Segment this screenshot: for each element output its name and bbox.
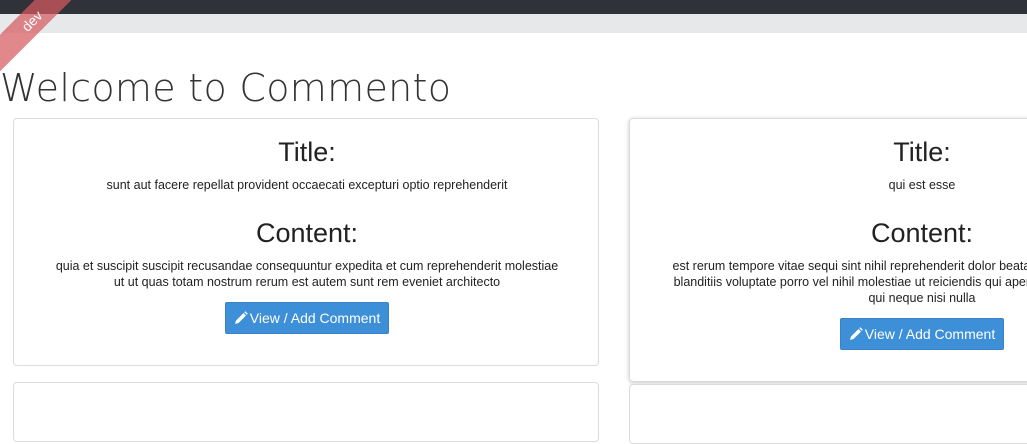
post-content: est rerum tempore vitae sequi sint nihil… [672,259,1027,305]
post-card: Title: sunt aut facere repellat providen… [13,118,599,366]
post-card [629,384,1027,444]
button-label: View / Add Comment [249,310,381,326]
pencil-icon [849,327,863,341]
button-label: View / Add Comment [864,326,996,342]
title-heading: Title: [278,137,336,167]
view-add-comment-button[interactable]: View / Add Comment [224,302,390,334]
post-content: quia et suscipit suscipit recusandae con… [55,259,559,289]
post-title: sunt aut facere repellat provident occae… [106,178,508,192]
post-card: Title: qui est esse Content: est rerum t… [629,118,1027,382]
sub-navbar [0,14,1027,33]
pencil-icon [234,311,248,325]
view-add-comment-button[interactable]: View / Add Comment [839,318,1005,350]
title-heading: Title: [893,137,951,167]
content-heading: Content: [255,218,359,248]
post-title: qui est esse [888,178,956,192]
page-title: Welcome to Commento [0,66,452,110]
top-navbar [0,0,1027,14]
content-heading: Content: [870,218,974,248]
post-card [13,382,599,442]
